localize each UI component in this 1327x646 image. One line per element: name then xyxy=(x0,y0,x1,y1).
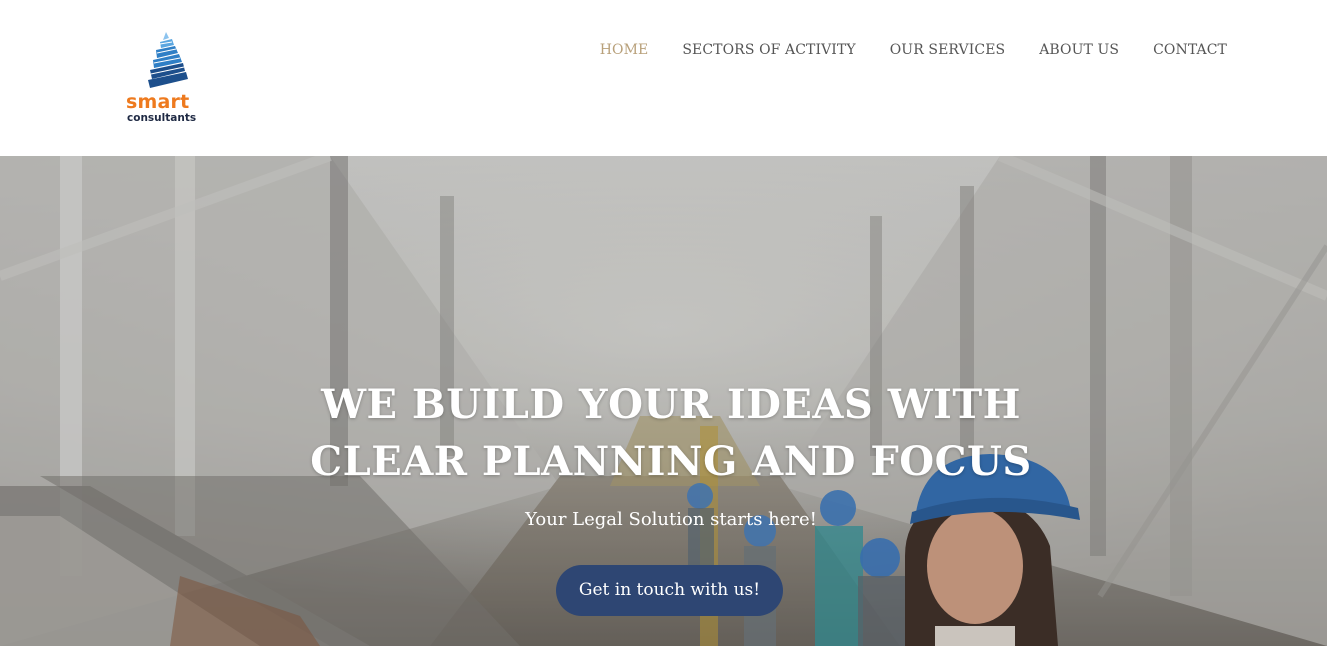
hero-subtitle: Your Legal Solution starts here! xyxy=(525,509,817,530)
get-in-touch-button[interactable]: Get in touch with us! xyxy=(556,565,783,616)
hero-section: WE BUILD YOUR IDEAS WITH CLEAR PLANNING … xyxy=(0,156,1327,646)
nav-contact[interactable]: CONTACT xyxy=(1153,40,1227,60)
brand-name: smart xyxy=(126,91,190,113)
hero-title-line-1: WE BUILD YOUR IDEAS WITH xyxy=(321,381,1021,428)
nav-home[interactable]: HOME xyxy=(600,40,649,60)
brand-logo[interactable]: smart consultants xyxy=(126,32,206,128)
main-navigation: HOME SECTORS OF ACTIVITY OUR SERVICES AB… xyxy=(600,40,1227,60)
nav-sectors-of-activity[interactable]: SECTORS OF ACTIVITY xyxy=(682,40,855,60)
hero-title-line-2: CLEAR PLANNING AND FOCUS xyxy=(310,438,1032,485)
brand-tagline: consultants xyxy=(127,112,197,124)
hero-content: WE BUILD YOUR IDEAS WITH CLEAR PLANNING … xyxy=(0,156,1327,646)
site-header: smart consultants HOME SECTORS OF ACTIVI… xyxy=(0,0,1327,156)
nav-our-services[interactable]: OUR SERVICES xyxy=(890,40,1005,60)
nav-about-us[interactable]: ABOUT US xyxy=(1039,40,1119,60)
logo-layers-icon xyxy=(148,32,188,88)
hero-title: WE BUILD YOUR IDEAS WITH CLEAR PLANNING … xyxy=(213,376,1129,490)
